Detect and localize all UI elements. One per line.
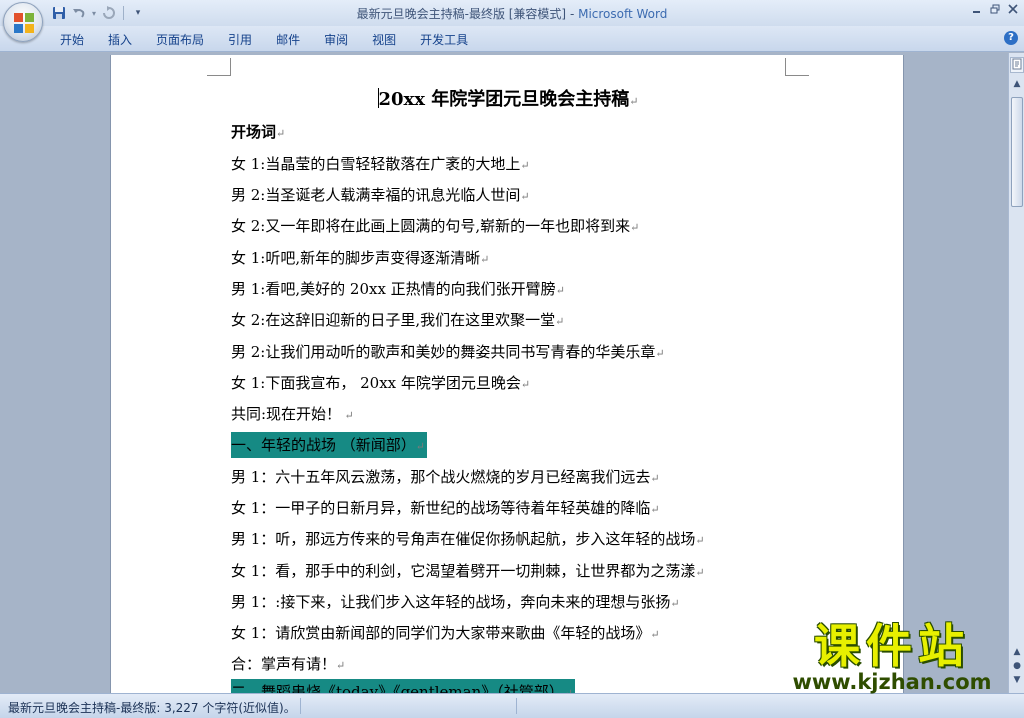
paragraph-mark: ↵ — [520, 159, 530, 172]
ribbon-tabs: 开始 插入 页面布局 引用 邮件 审阅 视图 开发工具 — [48, 30, 480, 50]
tab-view[interactable]: 视图 — [360, 30, 408, 50]
paragraph-text: 男 1：听，那远方传来的号角声在催促你扬帆起航，步入这年轻的战场 — [231, 530, 696, 548]
scroll-up-icon[interactable]: ▲ — [1010, 77, 1024, 91]
paragraph[interactable]: 共同:现在开始！ ↵ — [231, 401, 354, 427]
office-button[interactable] — [3, 2, 43, 42]
paragraph-mark: ↵ — [670, 597, 680, 610]
crop-mark-top-right — [785, 58, 809, 76]
document-page[interactable]: 20xx 年院学团元旦晚会主持稿↵ 开场词↵ 女 1:当晶莹的白雪轻轻散落在广袤… — [110, 55, 904, 693]
paragraph-mark: ↵ — [555, 284, 565, 297]
paragraph-mark: ↵ — [276, 127, 286, 140]
status-bar: 最新元旦晚会主持稿-最终版: 3,227 个字符(近似值)。 — [0, 693, 1024, 718]
crop-mark-top-left — [207, 58, 231, 76]
paragraph-text: 男 1:看吧,美好的 20xx 正热情的向我们张开臂膀 — [231, 280, 556, 298]
paragraph-mark: ↵ — [630, 221, 640, 234]
paragraph-text: 女 1：请欣赏由新闻部的同学们为大家带来歌曲《年轻的战场》 — [231, 624, 651, 642]
title-bar: ▾ ▾ 最新元旦晚会主持稿-最终版 [兼容模式] - Microsoft Wor… — [0, 0, 1024, 26]
paragraph-mark: ↵ — [650, 503, 660, 516]
paragraph[interactable]: 女 1：一甲子的日新月异，新世纪的战场等待着年轻英雄的降临↵ — [231, 495, 660, 521]
paragraph[interactable]: 男 1：:接下来，让我们步入这年轻的战场，奔向未来的理想与张扬↵ — [231, 589, 680, 615]
status-text: 最新元旦晚会主持稿-最终版: 3,227 个字符(近似值)。 — [8, 701, 296, 715]
paragraph-text: 女 1：看，那手中的利剑，它渴望着劈开一切荆棘，让世界都为之荡漾 — [231, 562, 696, 580]
paragraph-text: 女 1:下面我宣布， 20xx 年院学团元旦晚会 — [231, 374, 521, 392]
paragraph-text: 男 2:当圣诞老人载满幸福的讯息光临人世间 — [231, 186, 521, 204]
window-title-document: 最新元旦晚会主持稿-最终版 [兼容模式] — [356, 7, 567, 21]
tab-home[interactable]: 开始 — [48, 30, 96, 50]
paragraph[interactable]: 开场词↵ — [231, 119, 285, 145]
paragraph-text: 女 1:听吧,新年的脚步声变得逐渐清晰 — [231, 249, 481, 267]
section-heading[interactable]: 二、舞蹈串烧《today》《gentleman》（社管部）↵ — [231, 679, 575, 693]
scroll-thumb[interactable] — [1011, 97, 1023, 207]
close-icon[interactable] — [1006, 2, 1020, 16]
tab-references[interactable]: 引用 — [216, 30, 264, 50]
paragraph[interactable]: 男 2:让我们用动听的歌声和美妙的舞姿共同书写青春的华美乐章↵ — [231, 339, 665, 365]
paragraph-mark: ↵ — [520, 190, 530, 203]
section-heading-text: 二、舞蹈串烧《today》《gentleman》（社管部） — [231, 683, 564, 693]
select-browse-object-icon[interactable]: ● — [1010, 659, 1024, 673]
paragraph-mark: ↵ — [336, 659, 346, 672]
paragraph-text: 男 2:让我们用动听的歌声和美妙的舞姿共同书写青春的华美乐章 — [231, 343, 656, 361]
paragraph[interactable]: 合：掌声有请！↵ — [231, 651, 345, 677]
paragraph-text: 男 1：六十五年风云激荡，那个战火燃烧的岁月已经离我们远去 — [231, 468, 651, 486]
paragraph[interactable]: 女 2:在这辞旧迎新的日子里,我们在这里欢聚一堂↵ — [231, 307, 564, 333]
restore-icon[interactable] — [988, 2, 1002, 16]
watermark-title: 课件站 — [814, 619, 970, 673]
status-separator — [300, 698, 301, 714]
tab-insert[interactable]: 插入 — [96, 30, 144, 50]
paragraph-mark: ↵ — [655, 347, 665, 360]
status-separator — [516, 698, 517, 714]
window-title-separator: - — [566, 7, 579, 21]
paragraph-mark: ↵ — [341, 409, 354, 422]
window-title: 最新元旦晚会主持稿-最终版 [兼容模式] - Microsoft Word — [0, 5, 1024, 22]
paragraph-text: 女 1：一甲子的日新月异，新世纪的战场等待着年轻英雄的降临 — [231, 499, 651, 517]
paragraph-mark: ↵ — [480, 253, 490, 266]
paragraph-mark: ↵ — [650, 628, 660, 641]
section-heading[interactable]: 一、年轻的战场 （新闻部）↵ — [231, 432, 427, 458]
paragraph[interactable]: 男 1：听，那远方传来的号角声在催促你扬帆起航，步入这年轻的战场↵ — [231, 526, 705, 552]
help-icon[interactable]: ? — [1004, 31, 1018, 45]
window-controls — [970, 2, 1020, 16]
paragraph-mark: ↵ — [415, 440, 425, 453]
window-title-app: Microsoft Word — [578, 7, 668, 21]
paragraph-text: 女 2:在这辞旧迎新的日子里,我们在这里欢聚一堂 — [231, 311, 556, 329]
paragraph[interactable]: 男 1:看吧,美好的 20xx 正热情的向我们张开臂膀↵ — [231, 276, 565, 302]
tab-mailings[interactable]: 邮件 — [264, 30, 312, 50]
ribbon-bar: 开始 插入 页面布局 引用 邮件 审阅 视图 开发工具 ? — [0, 26, 1024, 52]
view-ruler-icon[interactable] — [1010, 57, 1024, 73]
paragraph-mark: ↵ — [520, 378, 531, 391]
paragraph[interactable]: 女 1:听吧,新年的脚步声变得逐渐清晰↵ — [231, 245, 489, 271]
paragraph-text: 女 1:当晶莹的白雪轻轻散落在广袤的大地上 — [231, 155, 521, 173]
document-title[interactable]: 20xx 年院学团元旦晚会主持稿↵ — [111, 85, 905, 111]
previous-page-icon[interactable]: ▲ — [1010, 645, 1024, 659]
paragraph[interactable]: 女 1：看，那手中的利剑，它渴望着劈开一切荆棘，让世界都为之荡漾↵ — [231, 558, 705, 584]
watermark-logo: 课件站 www.kjzhan.com — [772, 619, 1012, 694]
paragraph-mark: ↵ — [650, 472, 660, 485]
tab-developer[interactable]: 开发工具 — [408, 30, 480, 50]
office-logo-icon — [14, 13, 34, 33]
paragraph[interactable]: 女 1:当晶莹的白雪轻轻散落在广袤的大地上↵ — [231, 151, 530, 177]
paragraph-mark: ↵ — [629, 95, 639, 108]
paragraph-text: 开场词 — [231, 123, 277, 141]
paragraph-text: 男 1：:接下来，让我们步入这年轻的战场，奔向未来的理想与张扬 — [231, 593, 671, 611]
section-heading-text: 一、年轻的战场 （新闻部） — [231, 436, 416, 454]
paragraph[interactable]: 男 2:当圣诞老人载满幸福的讯息光临人世间↵ — [231, 182, 530, 208]
document-title-text: 20xx 年院学团元旦晚会主持稿 — [378, 89, 630, 110]
paragraph-mark: ↵ — [695, 566, 705, 579]
vertical-scrollbar[interactable]: ▲ ▲ ● ▼ — [1008, 53, 1024, 693]
paragraph[interactable]: 女 1：请欣赏由新闻部的同学们为大家带来歌曲《年轻的战场》↵ — [231, 620, 660, 646]
watermark-url: www.kjzhan.com — [792, 670, 992, 694]
paragraph[interactable]: 女 1:下面我宣布， 20xx 年院学团元旦晚会↵ — [231, 370, 530, 396]
paragraph-mark: ↵ — [695, 534, 705, 547]
paragraph[interactable]: 男 1：六十五年风云激荡，那个战火燃烧的岁月已经离我们远去↵ — [231, 464, 660, 490]
next-page-icon[interactable]: ▼ — [1010, 673, 1024, 687]
document-workspace: 20xx 年院学团元旦晚会主持稿↵ 开场词↵ 女 1:当晶莹的白雪轻轻散落在广袤… — [0, 53, 1008, 693]
paragraph-text: 女 2:又一年即将在此画上圆满的句号,崭新的一年也即将到来 — [231, 217, 631, 235]
minimize-icon[interactable] — [970, 2, 984, 16]
paragraph-text: 共同:现在开始！ — [231, 405, 342, 423]
paragraph[interactable]: 女 2:又一年即将在此画上圆满的句号,崭新的一年也即将到来↵ — [231, 213, 639, 239]
tab-page-layout[interactable]: 页面布局 — [144, 30, 216, 50]
paragraph-text: 合：掌声有请！ — [231, 655, 337, 673]
paragraph-mark: ↵ — [555, 315, 565, 328]
tab-review[interactable]: 审阅 — [312, 30, 360, 50]
